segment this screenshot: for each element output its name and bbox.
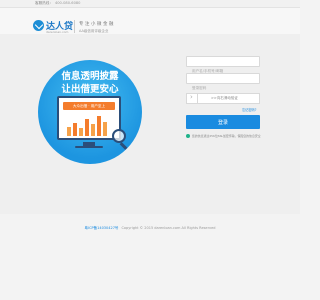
bar-5: [91, 124, 95, 136]
promo-headline-1: 信息透明披露: [61, 71, 119, 82]
promo-headline-2: 让出借更安心: [61, 84, 119, 95]
bar-6: [97, 116, 101, 136]
bar-7: [103, 122, 107, 136]
hotline-label: 客服热线：: [35, 1, 53, 5]
bar-graphic: [67, 116, 107, 136]
password-input[interactable]: [187, 83, 259, 93]
login-button[interactable]: 登录: [186, 115, 260, 129]
forgot-password-link[interactable]: 忘记密码?: [242, 107, 256, 112]
bar-4: [85, 119, 89, 136]
copyright: Copyright © 2015 darenloan.com All Right…: [121, 226, 216, 230]
password-field[interactable]: [186, 73, 260, 93]
promo-banner-text: 大众出借 · 用户至上: [72, 104, 106, 108]
username-field[interactable]: [186, 56, 260, 76]
header: 达人贷 darenloan.com 专注小微金融 AA级信用评级企业: [0, 8, 300, 34]
slider-text: >>向右滑动验证: [211, 96, 238, 100]
security-tip: 您的信息通过256位SSL加密传输，保障您的信息安全: [192, 134, 261, 138]
bar-1: [67, 127, 71, 136]
footer: 粤ICP备14030427号 Copyright © 2015 darenloan…: [0, 226, 300, 231]
monitor-stand-base: [75, 146, 103, 148]
shield-icon: [186, 134, 190, 138]
magnifier-icon: [112, 129, 126, 143]
slider-handle[interactable]: [187, 93, 198, 103]
hotline: 客服热线： 400-080-6080: [35, 1, 80, 6]
bar-3: [79, 128, 83, 136]
top-bar: 客服热线： 400-080-6080: [0, 0, 300, 8]
promo-illustration: 信息透明披露 让出借更安心 大众出借 · 用户至上: [38, 60, 142, 164]
promo-banner: 大众出借 · 用户至上: [63, 102, 115, 110]
hotline-number: 400-080-6080: [54, 1, 81, 5]
header-divider: [74, 20, 75, 33]
slogan-line1: 专注小微金融: [79, 22, 115, 27]
magnifier-handle: [119, 142, 128, 150]
slide-verify[interactable]: >>向右滑动验证: [186, 93, 260, 104]
bar-2: [73, 123, 77, 136]
icp-link[interactable]: 粤ICP备14030427号: [85, 226, 119, 230]
logo-icon: [33, 20, 44, 31]
